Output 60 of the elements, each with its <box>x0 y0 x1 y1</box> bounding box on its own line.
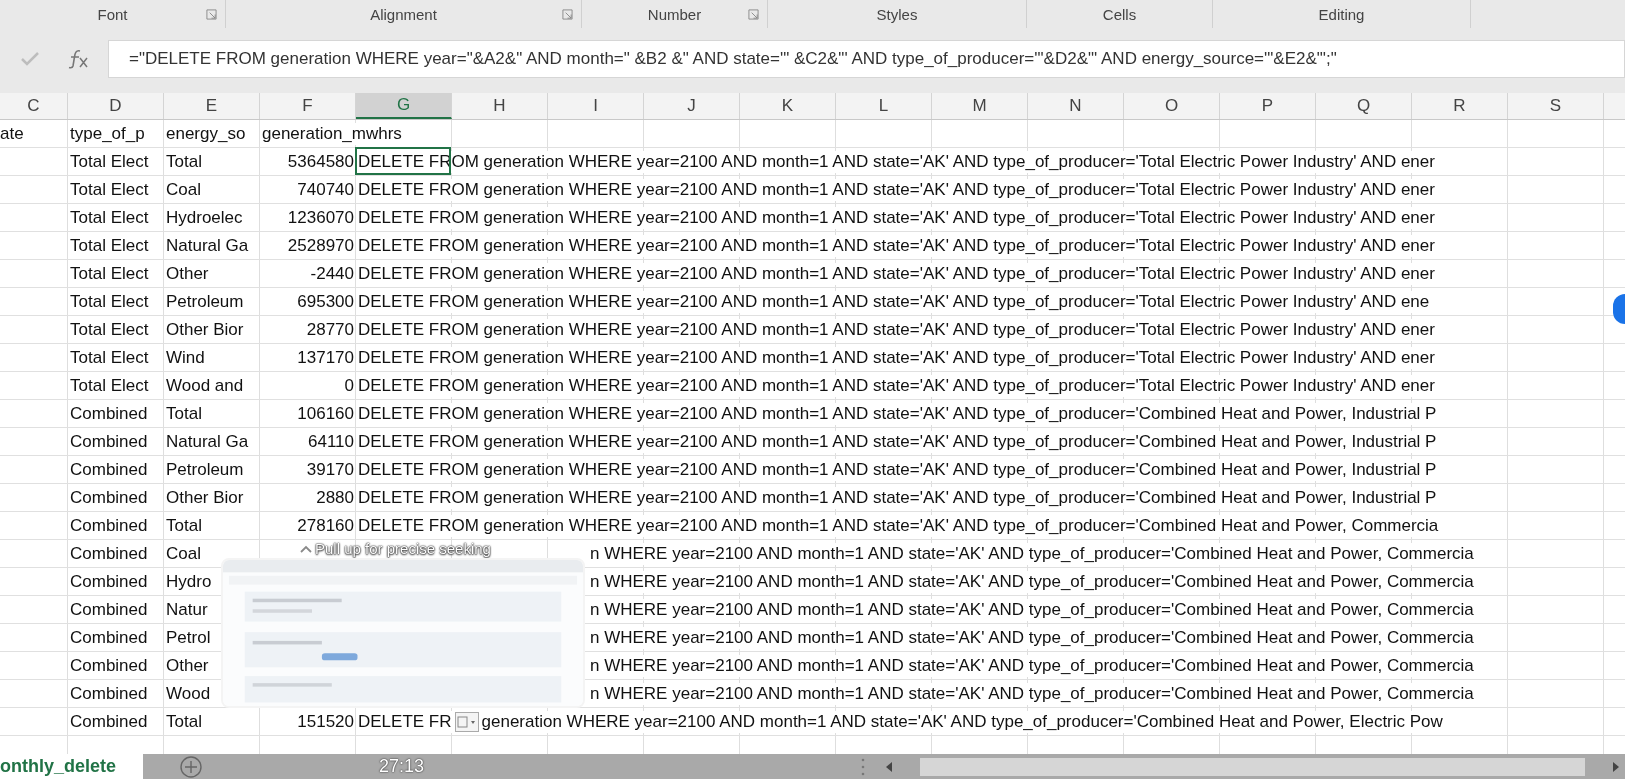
split-handle-icon[interactable] <box>860 756 867 777</box>
add-sheet-icon[interactable] <box>179 754 203 779</box>
group-label: Alignment <box>370 5 437 23</box>
table-cell: n WHERE year=2100 AND month=1 AND state='AK' AND type_of_producer='Combined Heat and Power, Commercia <box>590 598 1474 621</box>
table-cell: DELETE FROM generation WHERE year=2100 AND month=1 AND state='AK' AND type_of_producer='Total Electric Power Industry' AND ener <box>358 206 1435 229</box>
function-icon[interactable] <box>66 49 89 69</box>
column-header[interactable]: I <box>548 93 644 119</box>
column-header[interactable]: C <box>0 93 68 119</box>
scrollbar-thumb[interactable] <box>920 757 1585 776</box>
table-cell: DELETE FROM generation WHERE year=2100 AND month=1 AND state='AK' AND type_of_producer='Total Electric Power Industry' AND ener <box>358 374 1435 397</box>
column-header[interactable]: S <box>1508 93 1604 119</box>
column-header[interactable]: Q <box>1316 93 1412 119</box>
column-header[interactable]: D <box>68 93 164 119</box>
table-cell: DELETE FROM generation WHERE year=2100 AND month=1 AND state='AK' AND type_of_producer='Combined Heat and Power, Commercia <box>358 514 1439 537</box>
chevron-up-icon <box>300 544 312 553</box>
dialog-launcher-icon[interactable] <box>562 9 573 20</box>
group-label: Styles <box>876 5 918 23</box>
group-label: Font <box>97 5 128 23</box>
table-cell: DELETE FROM generation WHERE year=2100 AND month=1 AND state='AK' AND type_of_producer='Total Electric Power Industry' AND ene <box>358 290 1430 313</box>
table-cell: DELETE FROM generation WHERE year=2100 AND month=1 AND state='AK' AND type_of_producer='Combined Heat and Power, Industrial P <box>358 486 1437 509</box>
table-cell: n WHERE year=2100 AND month=1 AND state='AK' AND type_of_producer='Combined Heat and Power, Commercia <box>590 654 1474 677</box>
dialog-launcher-icon[interactable] <box>748 9 759 20</box>
column-header[interactable]: M <box>932 93 1028 119</box>
group-label: Cells <box>1102 5 1137 23</box>
check-icon[interactable] <box>19 51 40 67</box>
column-header[interactable]: G <box>356 93 452 119</box>
paste-options-icon[interactable] <box>454 711 479 732</box>
table-cell: DELETE FR <box>358 710 452 733</box>
table-cell: DELETE FROM generation WHERE year=2100 AND month=1 AND state='AK' AND type_of_producer='Combined Heat and Power, Industrial P <box>358 402 1437 425</box>
table-cell: DELETE FROM generation WHERE year=2100 AND month=1 AND state='AK' AND type_of_producer='Combined Heat and Power, Industrial P <box>358 430 1437 453</box>
column-header[interactable]: P <box>1220 93 1316 119</box>
table-cell: generation WHERE year=2100 AND month=1 AND state='AK' AND type_of_producer='Combined Heat and Power, Electric Pow <box>481 710 1443 733</box>
column-header[interactable]: N <box>1028 93 1124 119</box>
seek-hint: Pull up for precise seeking <box>315 540 491 557</box>
scroll-right-icon[interactable] <box>1611 760 1621 773</box>
table-cell: n WHERE year=2100 AND month=1 AND state='AK' AND type_of_producer='Combined Heat and Power, Commercia <box>590 682 1474 705</box>
column-header[interactable]: J <box>644 93 740 119</box>
sheet-tab[interactable]: onthly_delete <box>0 754 143 779</box>
group-label: Editing <box>1318 5 1365 23</box>
table-cell: n WHERE year=2100 AND month=1 AND state='AK' AND type_of_producer='Combined Heat and Power, Commercia <box>590 570 1474 593</box>
group-label: Number <box>647 5 702 23</box>
table-cell: n WHERE year=2100 AND month=1 AND state='AK' AND type_of_producer='Combined Heat and Power, Commercia <box>590 626 1474 649</box>
video-time: 27:13 <box>379 756 425 777</box>
table-cell: DELETE FROM generation WHERE year=2100 AND month=1 AND state='AK' AND type_of_producer='Total Electric Power Industry' AND ener <box>358 346 1435 369</box>
column-header[interactable]: E <box>164 93 260 119</box>
table-cell: DELETE FROM generation WHERE year=2100 AND month=1 AND state='AK' AND type_of_producer='Total Electric Power Industry' AND ener <box>358 234 1435 257</box>
table-cell: generation_mwhrs <box>262 122 402 145</box>
dialog-launcher-icon[interactable] <box>206 9 217 20</box>
column-header[interactable]: O <box>1124 93 1220 119</box>
column-header[interactable]: L <box>836 93 932 119</box>
table-cell: n WHERE year=2100 AND month=1 AND state='AK' AND type_of_producer='Combined Heat and Power, Commercia <box>590 542 1474 565</box>
table-cell: DELETE FROM generation WHERE year=2100 AND month=1 AND state='AK' AND type_of_producer='Total Electric Power Industry' AND ener <box>358 262 1435 285</box>
table-cell: DELETE FROM generation WHERE year=2100 AND month=1 AND state='AK' AND type_of_producer='Total Electric Power Industry' AND ener <box>358 318 1435 341</box>
scroll-left-icon[interactable] <box>884 760 895 773</box>
formula-field[interactable]: ="DELETE FROM generation WHERE year="&A2&" AND month=" &B2 &" AND state='" &C2&"' AND type_of_producer='"&D2&"' AND energy_source='"&E2&"';" <box>108 40 1625 78</box>
column-header[interactable]: K <box>740 93 836 119</box>
column-header[interactable]: R <box>1412 93 1508 119</box>
column-header[interactable]: H <box>452 93 548 119</box>
table-cell: DELETE FROM generation WHERE year=2100 AND month=1 AND state='AK' AND type_of_producer='Total Electric Power Industry' AND ener <box>358 178 1435 201</box>
table-cell: DELETE FROM generation WHERE year=2100 AND month=1 AND state='AK' AND type_of_producer='Combined Heat and Power, Industrial P <box>358 458 1437 481</box>
